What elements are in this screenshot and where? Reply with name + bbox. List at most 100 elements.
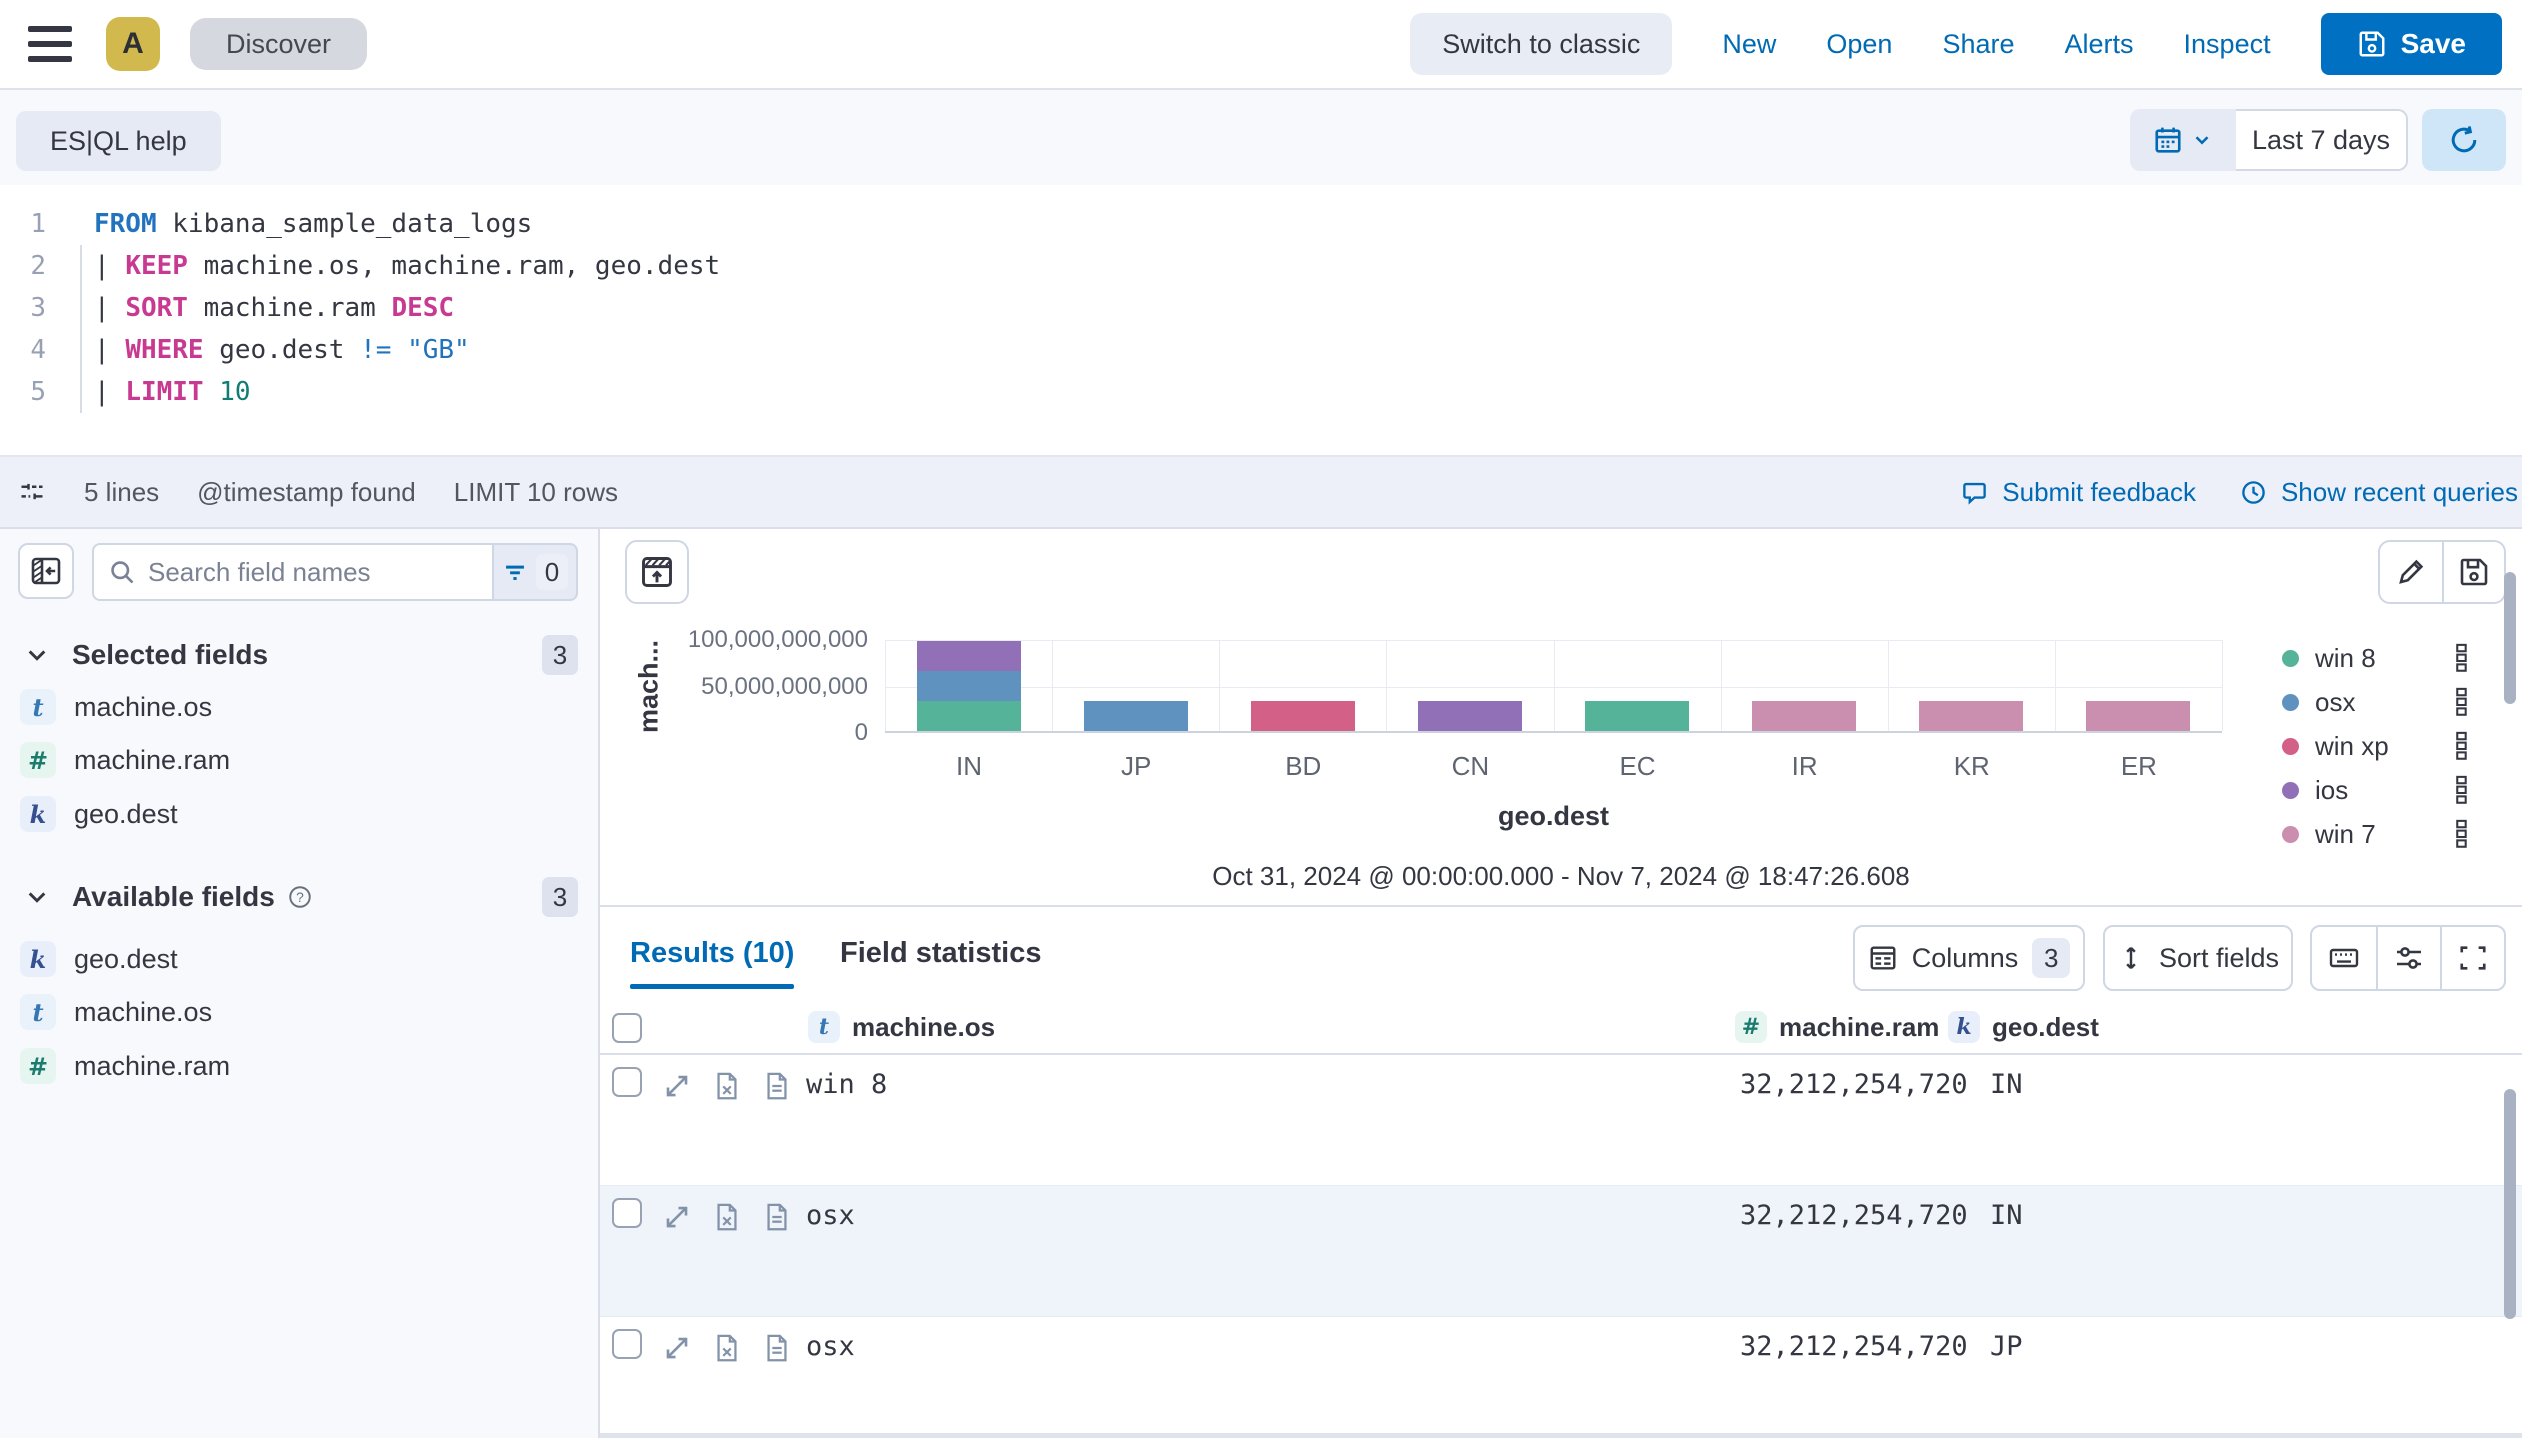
bar-stack-CN bbox=[1418, 701, 1522, 731]
bar-segment-win-7[interactable] bbox=[1752, 701, 1856, 731]
field-list-item-machine.os[interactable]: tmachine.os bbox=[0, 985, 600, 1039]
view-doc-icon[interactable] bbox=[762, 1071, 792, 1101]
display-options-button[interactable] bbox=[2376, 927, 2440, 989]
table-header-row: tmachine.os #machine.ram kgeo.dest bbox=[600, 1007, 2522, 1055]
legend-actions-icon[interactable] bbox=[2450, 643, 2472, 673]
row-checkbox[interactable] bbox=[612, 1329, 642, 1359]
bar-segment-win-7[interactable] bbox=[2086, 701, 2190, 731]
chart-scrollbar[interactable] bbox=[2504, 572, 2516, 704]
legend-actions-icon[interactable] bbox=[2450, 775, 2472, 805]
edit-visualization-button[interactable] bbox=[2380, 542, 2442, 602]
hide-chart-button[interactable] bbox=[625, 540, 689, 604]
header-link-inspect[interactable]: Inspect bbox=[2184, 29, 2271, 60]
expand-row-icon[interactable] bbox=[662, 1071, 692, 1101]
header-link-open[interactable]: Open bbox=[1826, 29, 1892, 60]
select-all-checkbox[interactable] bbox=[612, 1013, 642, 1043]
field-type-badge: k bbox=[20, 796, 56, 832]
legend-item-win-xp[interactable]: win xp bbox=[2282, 728, 2389, 764]
row-checkbox[interactable] bbox=[612, 1067, 642, 1097]
row-checkbox[interactable] bbox=[612, 1198, 642, 1228]
field-filter-button[interactable]: 0 bbox=[492, 543, 578, 601]
field-search-box[interactable] bbox=[92, 543, 492, 601]
editor-line[interactable]: 3| SORT machine.ram DESC bbox=[0, 287, 2522, 329]
editor-line[interactable]: 5| LIMIT 10 bbox=[0, 371, 2522, 413]
code-token: "GB" bbox=[407, 335, 470, 365]
bar-stack-KR bbox=[1919, 701, 2023, 731]
menu-icon[interactable] bbox=[28, 26, 72, 62]
column-header-geo.dest[interactable]: kgeo.dest bbox=[1948, 1011, 2099, 1043]
field-type-badge: # bbox=[20, 1048, 56, 1084]
fullscreen-button[interactable] bbox=[2440, 927, 2504, 989]
sort-fields-button[interactable]: Sort fields bbox=[2103, 925, 2293, 991]
view-doc-icon[interactable] bbox=[762, 1202, 792, 1232]
show-recent-queries-link[interactable]: Show recent queries bbox=[2240, 477, 2518, 508]
editor-line[interactable]: 2| KEEP machine.os, machine.ram, geo.des… bbox=[0, 245, 2522, 287]
selected-fields-header[interactable]: Selected fields 3 bbox=[0, 633, 600, 677]
available-fields-header[interactable]: Available fields ? 3 bbox=[0, 875, 600, 919]
keyboard-shortcuts-button[interactable] bbox=[2312, 927, 2376, 989]
cell-geo-dest: IN bbox=[1990, 1200, 2023, 1231]
cell-machine-ram: 32,212,254,720 bbox=[1740, 1200, 1968, 1231]
compare-doc-icon[interactable] bbox=[712, 1071, 742, 1101]
gridline bbox=[885, 640, 886, 731]
switch-to-classic-button[interactable]: Switch to classic bbox=[1410, 13, 1672, 75]
editor-code: | SORT machine.ram DESC bbox=[94, 293, 454, 323]
bar-segment-win-8[interactable] bbox=[1585, 701, 1689, 731]
bar-segment-win-8[interactable] bbox=[917, 701, 1021, 731]
legend-item-win-8[interactable]: win 8 bbox=[2282, 640, 2376, 676]
table-row: osx32,212,254,720JP bbox=[600, 1317, 2522, 1438]
legend-actions-icon[interactable] bbox=[2450, 687, 2472, 717]
editor-code: | KEEP machine.os, machine.ram, geo.dest bbox=[94, 251, 720, 281]
collapse-sidebar-button[interactable] bbox=[18, 543, 74, 599]
bar-segment-ios[interactable] bbox=[1418, 701, 1522, 731]
table-scrollbar[interactable] bbox=[2504, 1089, 2516, 1319]
horizontal-scroll-strip[interactable] bbox=[600, 1433, 2522, 1438]
tab-field-statistics[interactable]: Field statistics bbox=[840, 937, 1041, 970]
compare-doc-icon[interactable] bbox=[712, 1202, 742, 1232]
submit-feedback-link[interactable]: Submit feedback bbox=[1961, 477, 2196, 508]
editor-settings-icon[interactable] bbox=[18, 478, 46, 506]
legend-actions-icon[interactable] bbox=[2450, 731, 2472, 761]
view-doc-icon[interactable] bbox=[762, 1333, 792, 1363]
field-list-item-machine.os[interactable]: tmachine.os bbox=[0, 680, 600, 734]
help-circle-icon[interactable]: ? bbox=[287, 884, 313, 910]
code-token: 10 bbox=[219, 377, 250, 407]
search-input[interactable] bbox=[148, 557, 478, 588]
header-link-alerts[interactable]: Alerts bbox=[2065, 29, 2134, 60]
field-list-item-machine.ram[interactable]: #machine.ram bbox=[0, 733, 600, 787]
bar-segment-win-xp[interactable] bbox=[1251, 701, 1355, 731]
expand-row-icon[interactable] bbox=[662, 1333, 692, 1363]
tab-results-10-[interactable]: Results (10) bbox=[630, 937, 794, 970]
calendar-button[interactable] bbox=[2130, 109, 2236, 171]
save-visualization-button[interactable] bbox=[2442, 542, 2504, 602]
field-list-item-geo.dest[interactable]: kgeo.dest bbox=[0, 787, 600, 841]
expand-row-icon[interactable] bbox=[662, 1202, 692, 1232]
breadcrumb[interactable]: Discover bbox=[190, 18, 367, 70]
esql-help-button[interactable]: ES|QL help bbox=[16, 111, 221, 171]
column-header-machine.os[interactable]: tmachine.os bbox=[808, 1011, 995, 1043]
legend-item-osx[interactable]: osx bbox=[2282, 684, 2355, 720]
refresh-button[interactable] bbox=[2422, 109, 2506, 171]
editor-line[interactable]: 1FROM kibana_sample_data_logs bbox=[0, 203, 2522, 245]
legend-actions-icon[interactable] bbox=[2450, 819, 2472, 849]
header-link-share[interactable]: Share bbox=[1942, 29, 2014, 60]
time-range-value[interactable]: Last 7 days bbox=[2236, 109, 2408, 171]
avatar[interactable]: A bbox=[106, 17, 160, 71]
save-icon bbox=[2357, 29, 2387, 59]
field-list-item-machine.ram[interactable]: #machine.ram bbox=[0, 1039, 600, 1093]
legend-item-win-7[interactable]: win 7 bbox=[2282, 816, 2376, 852]
field-list-item-geo.dest[interactable]: kgeo.dest bbox=[0, 932, 600, 986]
legend-item-ios[interactable]: ios bbox=[2282, 772, 2348, 808]
bar-segment-ios[interactable] bbox=[917, 641, 1021, 671]
column-header-machine.ram[interactable]: #machine.ram bbox=[1735, 1011, 1939, 1043]
esql-editor[interactable]: 1FROM kibana_sample_data_logs2| KEEP mac… bbox=[0, 185, 2522, 455]
indent-guide bbox=[80, 245, 82, 413]
compare-doc-icon[interactable] bbox=[712, 1333, 742, 1363]
header-link-new[interactable]: New bbox=[1722, 29, 1776, 60]
bar-segment-win-7[interactable] bbox=[1919, 701, 2023, 731]
bar-segment-osx[interactable] bbox=[1084, 701, 1188, 731]
bar-segment-osx[interactable] bbox=[917, 671, 1021, 701]
save-button[interactable]: Save bbox=[2321, 13, 2502, 75]
columns-button[interactable]: Columns 3 bbox=[1853, 925, 2085, 991]
editor-line[interactable]: 4| WHERE geo.dest != "GB" bbox=[0, 329, 2522, 371]
